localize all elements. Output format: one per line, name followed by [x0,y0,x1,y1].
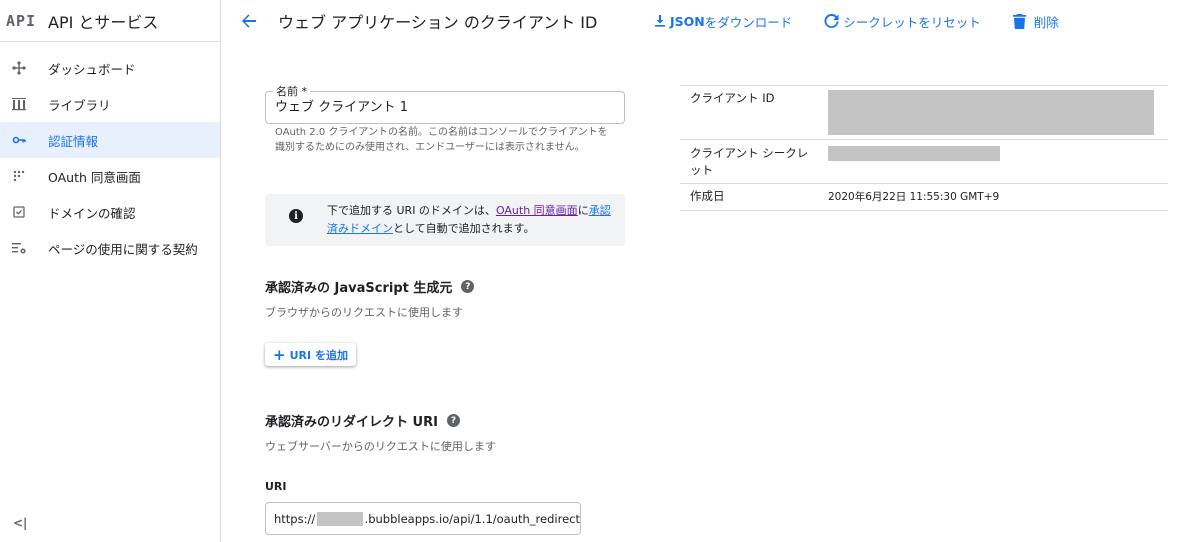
notice-text-pre: 下で追加する URI のドメインは、 [327,204,496,217]
library-icon [12,97,26,111]
uri-prefix: https:// [274,511,316,526]
help-icon[interactable]: ? [461,280,475,293]
sidebar-item-label: OAuth 同意画面 [48,169,141,185]
sidebar-item-library[interactable]: ライブラリ [0,86,220,122]
created-value: 2020年6月22日 11:55:30 GMT+9 [828,191,1000,203]
sidebar-item-oauth-consent[interactable]: OAuth 同意画面 [0,158,220,194]
redacted-block [828,90,1154,135]
notice-text-mid: に [577,204,589,217]
uri-label: URI [265,480,287,493]
page-title: ウェブ アプリケーション のクライアント ID [278,13,598,32]
js-origins-subtitle: ブラウザからのリクエストに使用します [265,306,463,319]
sidebar-item-label: ライブラリ [48,97,111,113]
redacted-block [828,146,1000,161]
api-logo: API [6,11,37,30]
name-field-label: 名前 * [273,83,310,99]
dashboard-icon [12,61,26,75]
sidebar: API API とサービス ダッシュボード ライブラリ 認証情報 OAuth 同… [0,0,221,542]
settings-list-icon [12,241,26,255]
client-info-table: クライアント ID クライアント シークレット 作成日 2020年6月22日 1… [680,85,1168,211]
name-hint: OAuth 2.0 クライアントの名前。この名前はコンソールでクライアントを識別… [275,127,608,153]
client-secret-label: クライアント シークレット [690,146,809,177]
sidebar-item-label: 認証情報 [48,133,99,149]
sidebar-nav: ダッシュボード ライブラリ 認証情報 OAuth 同意画面 ドメインの確認 ペー… [0,42,220,266]
sidebar-header: API API とサービス [0,0,220,42]
consent-icon [12,169,26,183]
sidebar-item-label: ダッシュボード [48,61,136,77]
download-icon [655,15,665,27]
trash-icon [1012,13,1026,29]
created-row: 作成日 2020年6月22日 11:55:30 GMT+9 [680,184,1168,211]
back-arrow-icon[interactable] [240,11,260,31]
reset-secret-label: シークレットをリセット [843,14,981,30]
client-id-row: クライアント ID [680,86,1168,140]
sidebar-item-dashboard[interactable]: ダッシュボード [0,50,220,86]
redacted-block [317,511,363,526]
domain-check-icon [12,205,26,219]
name-input[interactable] [275,98,605,113]
page-header: ウェブ アプリケーション のクライアント ID JSON をダウンロード シーク… [222,0,1200,42]
client-id-label: クライアント ID [690,91,775,105]
product-title[interactable]: API とサービス [48,9,158,33]
help-icon[interactable]: ? [446,414,460,427]
redirect-uri-input[interactable]: https:// .bubbleapps.io/api/1.1/oauth_re… [265,502,581,535]
redirect-uris-title-text: 承認済みのリダイレクト URI [265,415,438,430]
client-secret-value [828,140,1168,183]
collapse-sidebar-button[interactable]: <| [13,516,27,530]
client-id-value [828,86,1168,139]
oauth-consent-link[interactable]: OAuth 同意画面 [496,204,578,217]
add-uri-button[interactable]: + URI を追加 [265,343,356,366]
js-origins-title: 承認済みの JavaScript 生成元 ? [265,277,475,296]
refresh-icon [824,13,839,28]
plus-icon: + [273,345,286,364]
created-label: 作成日 [690,189,725,203]
sidebar-item-label: ドメインの確認 [48,205,136,221]
reset-secret-button[interactable]: シークレットをリセット [824,12,981,31]
download-json-label-bold: JSON [670,13,705,29]
sidebar-item-page-usage-agreements[interactable]: ページの使用に関する契約 [0,230,220,266]
delete-button[interactable]: 削除 [1012,12,1059,31]
info-icon: i [289,209,303,223]
sidebar-item-credentials[interactable]: 認証情報 [0,122,220,158]
client-secret-row: クライアント シークレット [680,140,1168,184]
sidebar-item-label: ページの使用に関する契約 [48,241,198,257]
download-json-label: をダウンロード [704,14,793,30]
notice-text: 下で追加する URI のドメインは、OAuth 同意画面に承認済みドメインとして… [327,202,617,238]
redirect-uris-title: 承認済みのリダイレクト URI ? [265,411,460,430]
notice-text-post: として自動で追加されます。 [393,222,535,235]
delete-label: 削除 [1033,14,1059,30]
js-origins-title-text: 承認済みの JavaScript 生成元 [265,281,453,296]
add-uri-label: URI を追加 [289,348,348,362]
domain-notice: i 下で追加する URI のドメインは、OAuth 同意画面に承認済みドメインと… [265,194,625,246]
uri-suffix: .bubbleapps.io/api/1.1/oauth_redirect [364,511,580,526]
redirect-uris-subtitle: ウェブサーバーからのリクエストに使用します [265,440,496,453]
name-field: 名前 * [265,83,625,124]
key-icon [12,133,26,147]
sidebar-item-domain-verification[interactable]: ドメインの確認 [0,194,220,230]
download-json-button[interactable]: JSON をダウンロード [654,12,792,31]
